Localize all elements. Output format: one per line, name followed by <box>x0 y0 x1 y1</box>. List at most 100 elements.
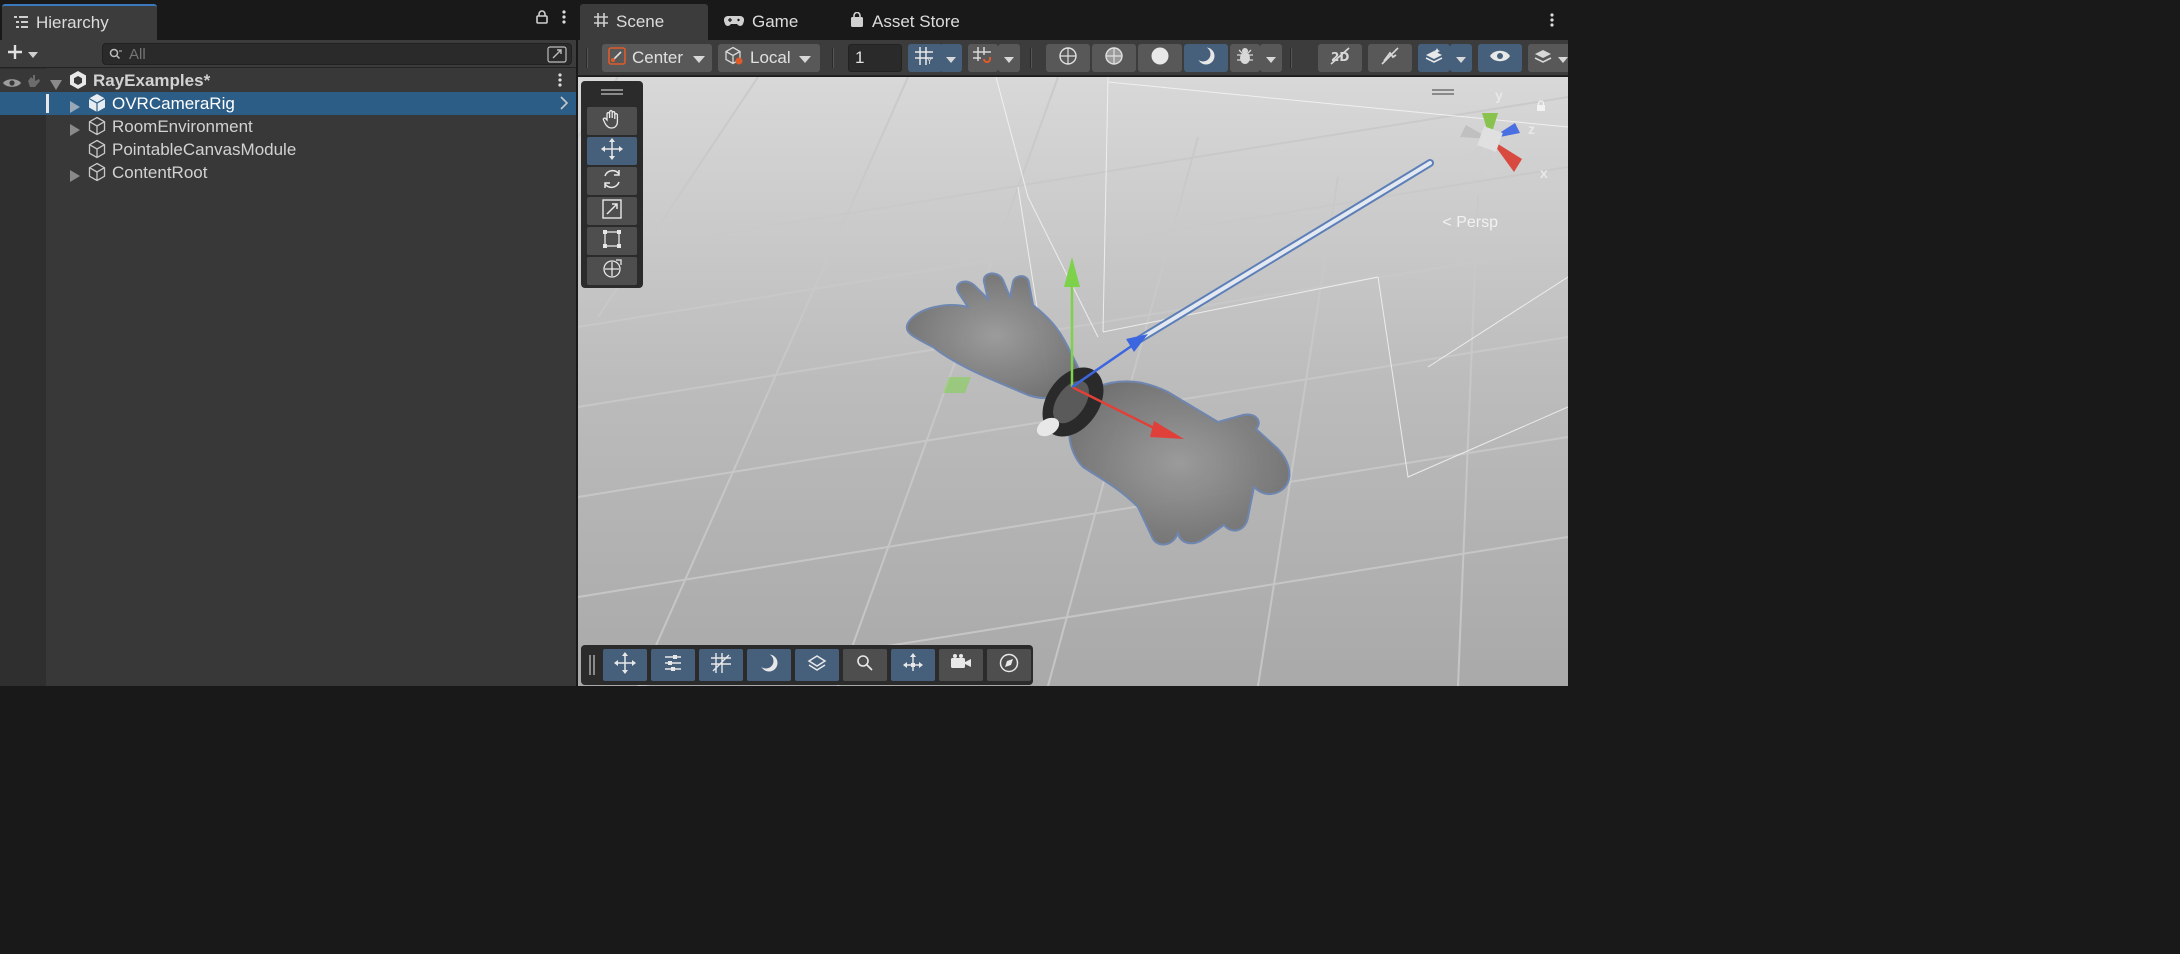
audio-toggle[interactable] <box>1368 44 1412 72</box>
2d-mode-toggle[interactable]: 2D <box>1318 44 1362 72</box>
axis-cube-icon <box>1455 113 1522 177</box>
rect-transform-icon <box>602 229 622 254</box>
lock-icon[interactable] <box>536 10 548 29</box>
snap-options-dropdown[interactable] <box>998 44 1020 72</box>
scale-icon <box>602 198 622 224</box>
tab-scene[interactable]: Scene <box>580 4 708 40</box>
hierarchy-toolbar <box>0 40 576 68</box>
expand-arrow-icon[interactable] <box>70 121 80 136</box>
effects-toggle[interactable] <box>1418 44 1450 72</box>
effects-dropdown[interactable] <box>1450 44 1472 72</box>
search-input[interactable] <box>129 45 529 63</box>
overlay-grip[interactable] <box>589 655 595 675</box>
view-tool-button[interactable] <box>587 107 637 135</box>
wireframe-sphere-icon <box>1058 46 1078 71</box>
rect-tool-button[interactable] <box>587 227 637 255</box>
overlay-lighting-button[interactable] <box>747 649 791 681</box>
shaded-mode-button[interactable] <box>1138 44 1182 72</box>
draw-mode-dropdown[interactable] <box>1260 44 1282 72</box>
toolbar-separator <box>1290 48 1292 68</box>
overlay-camera-button[interactable] <box>939 649 983 681</box>
hierarchy-tab-bar: Hierarchy <box>0 0 576 40</box>
perspective-icon: < <box>1442 214 1452 231</box>
hierarchy-tab-label: Hierarchy <box>36 13 109 32</box>
scene-viewport[interactable]: y z x < Persp <box>578 77 1568 686</box>
expand-arrow-icon[interactable] <box>70 98 80 113</box>
grid-visibility-toggle[interactable]: Y <box>908 44 942 72</box>
hierarchy-item-roomenvironment[interactable]: RoomEnvironment <box>0 115 576 138</box>
pivot-rotation-label: Local <box>750 48 791 67</box>
hierarchy-list-icon <box>14 13 28 33</box>
lit-sphere-icon <box>1195 46 1216 71</box>
grid-size-field[interactable]: 1 <box>848 44 902 72</box>
chevron-right-icon[interactable] <box>560 95 569 115</box>
toolbar-grip <box>586 48 588 68</box>
wireframe-mode-button[interactable] <box>1046 44 1090 72</box>
pivot-center-icon <box>608 46 626 70</box>
tab-label: Game <box>752 12 799 31</box>
layers-effects-icon <box>807 653 827 678</box>
hierarchy-item-label: RoomEnvironment <box>112 116 253 136</box>
visibility-eye-icon[interactable] <box>2 74 22 94</box>
overlay-settings-button[interactable] <box>651 649 695 681</box>
layers-icon <box>1534 48 1552 69</box>
more-options-icon[interactable] <box>1550 13 1554 32</box>
grid-snapping-toggle[interactable] <box>968 44 998 72</box>
chevron-down-icon <box>693 48 706 68</box>
debug-draw-mode-button[interactable] <box>1230 44 1260 72</box>
palette-grip[interactable] <box>601 89 623 95</box>
gizmo-grip[interactable] <box>1432 89 1454 95</box>
overlay-search-button[interactable] <box>843 649 887 681</box>
transform-all-icon <box>601 258 623 285</box>
gizmo-z-label: z <box>1528 121 1535 137</box>
axis-gizmo-icon <box>903 652 923 678</box>
chevron-down-icon <box>28 45 38 63</box>
pickable-hand-icon[interactable] <box>26 73 42 93</box>
camera-icon <box>950 653 972 677</box>
rotate-icon <box>601 168 623 195</box>
hierarchy-item-pointablecanvasmodule[interactable]: PointableCanvasModule <box>0 138 576 161</box>
collapse-arrow-icon[interactable] <box>50 75 62 90</box>
pivot-rotation-dropdown[interactable]: Local <box>718 44 820 72</box>
layers-dropdown[interactable] <box>1528 44 1568 72</box>
hierarchy-item-contentroot[interactable]: ContentRoot <box>0 161 576 184</box>
grid-axis-icon <box>711 652 731 678</box>
chevron-down-icon <box>798 48 811 68</box>
sliders-icon <box>663 653 683 678</box>
create-dropdown-button[interactable] <box>6 42 48 66</box>
move-tool-button[interactable] <box>587 137 637 165</box>
local-cube-icon <box>724 46 744 71</box>
overlay-move-button[interactable] <box>603 649 647 681</box>
grid-options-dropdown[interactable] <box>940 44 962 72</box>
transform-tool-button[interactable] <box>587 257 637 285</box>
tab-asset-store[interactable]: Asset Store <box>836 4 986 40</box>
overlay-gizmo-button[interactable] <box>891 649 935 681</box>
scene-visibility-toggle[interactable] <box>1478 44 1522 72</box>
tab-hierarchy[interactable]: Hierarchy <box>2 4 157 40</box>
chevron-down-icon <box>946 48 956 68</box>
projection-toggle[interactable]: < Persp <box>1442 214 1498 232</box>
eye-icon <box>1489 48 1511 68</box>
hierarchy-item-label: OVRCameraRig <box>112 93 235 113</box>
more-options-icon[interactable] <box>562 10 566 29</box>
pivot-mode-dropdown[interactable]: Center <box>602 44 712 72</box>
rotate-tool-button[interactable] <box>587 167 637 195</box>
hierarchy-search[interactable] <box>102 43 572 65</box>
overlay-grid-button[interactable] <box>699 649 743 681</box>
bug-icon <box>1236 47 1254 70</box>
overlay-layers-button[interactable] <box>795 649 839 681</box>
expand-arrow-icon[interactable] <box>70 167 80 182</box>
tab-game[interactable]: Game <box>710 4 830 40</box>
lighting-mode-button[interactable] <box>1184 44 1228 72</box>
scale-tool-button[interactable] <box>587 197 637 225</box>
scene-name: RayExamples* <box>93 70 211 90</box>
scene-menu-icon[interactable] <box>558 72 562 92</box>
overlay-navigation-button[interactable] <box>987 649 1031 681</box>
scene-panel: Scene Game Asset Store Center Local 1 Y … <box>578 0 1568 686</box>
search-scope-icon[interactable] <box>547 46 567 63</box>
scene-root-row[interactable]: RayExamples* <box>0 69 576 92</box>
shaded-sphere-icon <box>1150 46 1170 71</box>
shaded-wireframe-button[interactable] <box>1092 44 1136 72</box>
hierarchy-item-ovrcamerarig[interactable]: OVRCameraRig <box>0 92 576 115</box>
grid-hash-icon <box>594 12 608 32</box>
